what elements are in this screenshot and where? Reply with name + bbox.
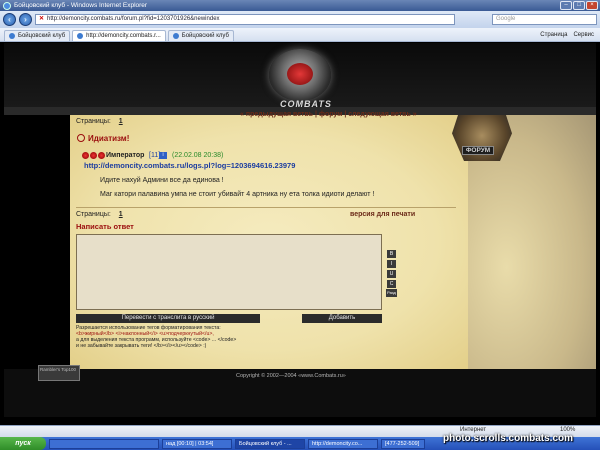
tab-1[interactable]: Бойцовский клуб: [4, 30, 71, 41]
code-button[interactable]: C: [387, 280, 396, 288]
post-text-line: Идите нахуй Админи все да единова !: [100, 177, 224, 184]
underline-button[interactable]: U: [387, 270, 396, 278]
next-thread-link[interactable]: следующая ветвь »: [348, 111, 416, 118]
tab-label: Бойцовский клуб: [18, 32, 66, 39]
print-version-link[interactable]: версия для печати: [350, 211, 415, 218]
translit-button[interactable]: Перевести с транслита в русский: [76, 314, 260, 323]
pages-bottom: Страницы: 1: [76, 211, 123, 218]
submit-button[interactable]: Добавить: [302, 314, 382, 323]
tools-menu[interactable]: Сервис: [573, 30, 594, 41]
pages-label: Страницы:: [76, 118, 111, 125]
help-line: и не забывайте закрывать теги! </b></i><…: [76, 343, 207, 349]
taskbar-item[interactable]: http://demoncity.co...: [308, 438, 378, 449]
site-header: COMBATS: [4, 43, 596, 115]
divider: [76, 207, 456, 208]
post-author[interactable]: Император: [106, 152, 144, 159]
logo-text: COMBATS: [280, 99, 332, 109]
prev-thread-link[interactable]: « предыдущая ветвь: [240, 111, 313, 118]
fist-icon: [287, 63, 313, 85]
size-button[interactable]: Разд: [386, 289, 397, 297]
address-bar[interactable]: ✕ http://demoncity.combats.ru/forum.pl?f…: [35, 14, 455, 25]
minimize-button[interactable]: –: [560, 1, 572, 10]
left-margin: [4, 115, 70, 369]
forward-button[interactable]: ›: [19, 13, 32, 26]
taskbar-item[interactable]: [477-252-509]: [381, 438, 425, 449]
command-bar: Страница Сервис: [540, 30, 600, 41]
maximize-button[interactable]: □: [573, 1, 585, 10]
pages-top: Страницы: 1: [76, 118, 123, 125]
thread-icon: [77, 134, 85, 142]
tab-label: http://demoncity.combats.r...: [86, 32, 161, 39]
watermark: photo.scrolls.combats.com: [443, 433, 574, 444]
site-logo: [269, 49, 331, 101]
address-text: http://demoncity.combats.ru/forum.pl?fid…: [47, 16, 220, 22]
back-button[interactable]: ‹: [3, 13, 16, 26]
window-title: Бойцовский клуб - Windows Internet Explo…: [14, 2, 148, 9]
tab-row: Бойцовский клуб http://demoncity.combats…: [0, 28, 600, 42]
nav-separator: |: [344, 111, 347, 118]
taskbar-item[interactable]: Бойцовский клуб - ...: [235, 438, 305, 449]
alignment-icon: [82, 152, 89, 159]
italic-button[interactable]: I: [387, 260, 396, 268]
post-date: (22.02.08 20:38): [172, 152, 224, 159]
tab-2[interactable]: http://demoncity.combats.r...: [72, 30, 166, 41]
pages-label: Страницы:: [76, 211, 111, 218]
tab-label: Бойцовский клуб: [181, 32, 229, 39]
thread-navigation: « предыдущая ветвь | форум | следующая в…: [240, 111, 417, 118]
post-text-line: Маг катори палавина умпа не стоит убивай…: [100, 191, 375, 198]
close-button[interactable]: ×: [586, 1, 598, 10]
rank-icon: [98, 152, 105, 159]
ie-icon: [3, 1, 11, 10]
counter-badge[interactable]: Rambler's Top100: [38, 365, 80, 381]
post-log-link[interactable]: http://demoncity.combats.ru/logs.pl?log=…: [84, 161, 295, 170]
tab-3[interactable]: Бойцовский клуб: [167, 30, 234, 41]
favicon-icon: [77, 33, 84, 39]
copyright: Copyright © 2002—2004 «www.Combats.ru»: [236, 373, 346, 379]
info-icon[interactable]: i: [159, 152, 167, 159]
page-link[interactable]: 1: [119, 118, 123, 125]
page-link[interactable]: 1: [119, 211, 123, 218]
reply-title: Написать ответ: [76, 222, 134, 231]
taskbar-item[interactable]: над [00:10] | 03:54]: [162, 438, 232, 449]
page-menu[interactable]: Страница: [540, 30, 567, 41]
forum-badge-label: ФОРУМ: [462, 146, 494, 155]
favicon-icon: [9, 33, 15, 39]
clan-icon: [90, 152, 97, 159]
thread-title: Идиатизм!: [88, 134, 130, 143]
address-row: ‹ › ✕ http://demoncity.combats.ru/forum.…: [0, 11, 600, 28]
start-button[interactable]: пуск: [0, 437, 46, 450]
format-help: Разрешается использование тегов форматир…: [76, 325, 316, 349]
forum-link[interactable]: форум: [319, 111, 342, 118]
taskbar-item[interactable]: [49, 438, 159, 449]
reply-textarea[interactable]: [76, 234, 382, 310]
nav-separator: |: [315, 111, 317, 118]
bold-button[interactable]: B: [387, 250, 396, 258]
page-error-icon: ✕: [39, 16, 45, 22]
search-input[interactable]: Google: [492, 14, 597, 25]
favicon-icon: [172, 33, 179, 39]
window-titlebar: Бойцовский клуб - Windows Internet Explo…: [0, 0, 600, 11]
